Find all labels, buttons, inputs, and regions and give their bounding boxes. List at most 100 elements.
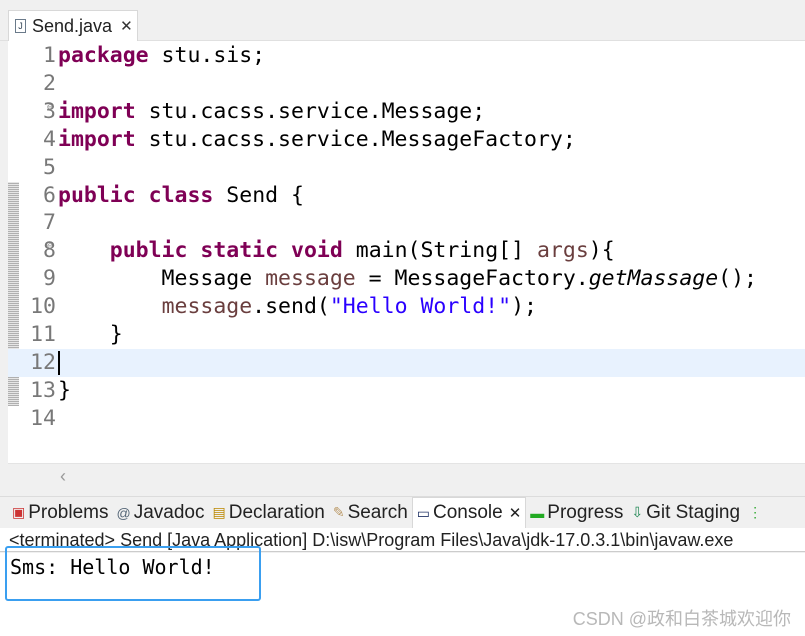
code-text: package stu.sis; <box>58 42 265 70</box>
git-staging-icon: ⇩ <box>631 504 644 520</box>
code-text: import stu.cacss.service.MessageFactory; <box>58 126 576 154</box>
code-token: = MessageFactory. <box>355 266 589 292</box>
console-icon: ▭ <box>416 504 430 521</box>
tab-label: Console <box>433 502 503 523</box>
fold-icon[interactable]: ⊖ <box>47 233 53 261</box>
code-line[interactable]: 12 <box>8 348 805 377</box>
search-flashlight-icon: ✎ <box>332 504 345 520</box>
code-line[interactable]: 6 public class Send { <box>8 182 805 210</box>
code-token: message <box>161 294 253 320</box>
tab-javadoc[interactable]: @ Javadoc <box>112 497 208 529</box>
close-icon[interactable]: ✕ <box>120 17 133 35</box>
line-number: 9 <box>43 266 56 292</box>
code-line[interactable]: 1 package stu.sis; <box>8 42 805 70</box>
code-line[interactable]: 5 <box>8 154 805 182</box>
code-token: package <box>58 43 149 68</box>
line-number: 12 <box>30 349 56 375</box>
fold-icon[interactable]: ⊖ <box>47 94 53 122</box>
line-number: 14 <box>30 405 56 431</box>
line-number: 1 <box>43 43 56 68</box>
code-text: message.send("Hello World!"); <box>58 293 537 321</box>
code-text: } <box>58 321 123 349</box>
code-token: "Hello World!" <box>329 294 512 320</box>
code-token: Message <box>58 266 266 292</box>
watermark: CSDN @政和白茶城欢迎你 <box>572 609 791 629</box>
editor-tab-bar: J Send.java ✕ <box>0 10 805 41</box>
code-line[interactable]: 14 <box>8 405 805 433</box>
git-icon: ⋮ <box>748 504 763 520</box>
code-token: ){ <box>588 238 615 264</box>
code-line[interactable]: 9 Message message = MessageFactory.getMa… <box>8 265 805 293</box>
tab-label: Send.java <box>32 15 113 36</box>
code-token: } <box>58 322 123 347</box>
at-icon: @ <box>116 504 131 521</box>
code-line[interactable]: 4 import stu.cacss.service.MessageFactory… <box>8 126 805 154</box>
tab-problems[interactable]: ▣ Problems <box>8 497 112 529</box>
code-token: static <box>200 238 279 264</box>
line-number: 13 <box>30 377 56 403</box>
code-token: public <box>109 238 188 264</box>
code-line[interactable]: 13} <box>8 377 805 405</box>
code-token: } <box>58 377 71 403</box>
code-line[interactable]: 11 } <box>8 321 805 349</box>
more-tabs[interactable]: ⋮ <box>744 497 769 529</box>
code-text: } <box>58 377 71 405</box>
code-line[interactable]: 10 message.send("Hello World!"); <box>8 293 805 321</box>
tab-console[interactable]: ▭ Console ✕ <box>411 496 527 529</box>
close-icon[interactable]: ✕ <box>509 504 522 522</box>
code-editor[interactable]: 1 package stu.sis; 2 3 ⊖ import stu.cacss.ser… <box>8 41 805 463</box>
code-line[interactable]: 2 <box>8 70 805 98</box>
code-token: ); <box>511 294 537 320</box>
tab-declaration[interactable]: ▤ Declaration <box>208 497 328 529</box>
line-number: 10 <box>30 294 56 320</box>
code-text: import stu.cacss.service.Message; <box>58 98 485 126</box>
tab-git-staging[interactable]: ⇩ Git Staging <box>627 497 744 529</box>
code-token: Send { <box>213 182 304 208</box>
code-token: args <box>536 238 589 264</box>
code-token: .send( <box>252 294 330 320</box>
code-text: public class Send { <box>58 182 304 210</box>
code-token: main(String[] <box>342 238 537 264</box>
problems-icon: ▣ <box>12 504 26 520</box>
tab-progress[interactable]: ▬ Progress <box>526 497 627 529</box>
scroll-left-icon[interactable]: ‹ <box>60 466 66 487</box>
code-text: public static void main(String[] args){ <box>58 237 615 265</box>
code-token: getMassage <box>588 266 719 292</box>
code-token: message <box>265 266 356 292</box>
code-token: (); <box>718 266 758 292</box>
code-line[interactable]: 8 ⊖ public static void main(String[] args… <box>8 237 805 265</box>
tab-search[interactable]: ✎ Search <box>329 497 412 529</box>
line-number: 4 <box>43 126 56 152</box>
highlight-box <box>5 546 261 601</box>
panel-tabs: ▣ Problems @ Javadoc ▤ Declaration ✎ Search … <box>0 496 805 529</box>
line-number: 6 <box>43 182 56 208</box>
toolbar <box>0 0 805 10</box>
tab-label: Javadoc <box>133 501 205 523</box>
line-number: 11 <box>30 322 56 347</box>
declaration-icon: ▤ <box>212 504 226 520</box>
code-token: import <box>58 126 136 152</box>
code-line[interactable]: 7 <box>8 209 805 237</box>
console-output[interactable]: Sms: Hello World! CSDN @政和白茶城欢迎你 <box>0 546 805 636</box>
code-token: stu.cacss.service.Message; <box>135 98 486 124</box>
tab-label: Declaration <box>228 501 325 523</box>
code-line[interactable]: 3 ⊖ import stu.cacss.service.Message; <box>8 98 805 126</box>
tab-label: Search <box>347 501 408 523</box>
code-token: import <box>58 98 136 124</box>
text-caret <box>58 350 60 375</box>
tab-label: Git Staging <box>646 501 741 523</box>
code-token: class <box>148 182 214 208</box>
java-file-icon: J <box>15 19 26 33</box>
tab-send-java[interactable]: J Send.java ✕ <box>8 10 138 41</box>
code-text: Message message = MessageFactory.getMass… <box>58 265 757 293</box>
horizontal-scrollbar[interactable]: ‹ <box>8 463 805 491</box>
tab-label: Progress <box>547 501 624 523</box>
tab-label: Problems <box>28 501 109 523</box>
code-token: stu.cacss.service.MessageFactory; <box>135 126 576 152</box>
code-token: stu.sis; <box>148 43 266 68</box>
line-number: 5 <box>43 154 56 180</box>
